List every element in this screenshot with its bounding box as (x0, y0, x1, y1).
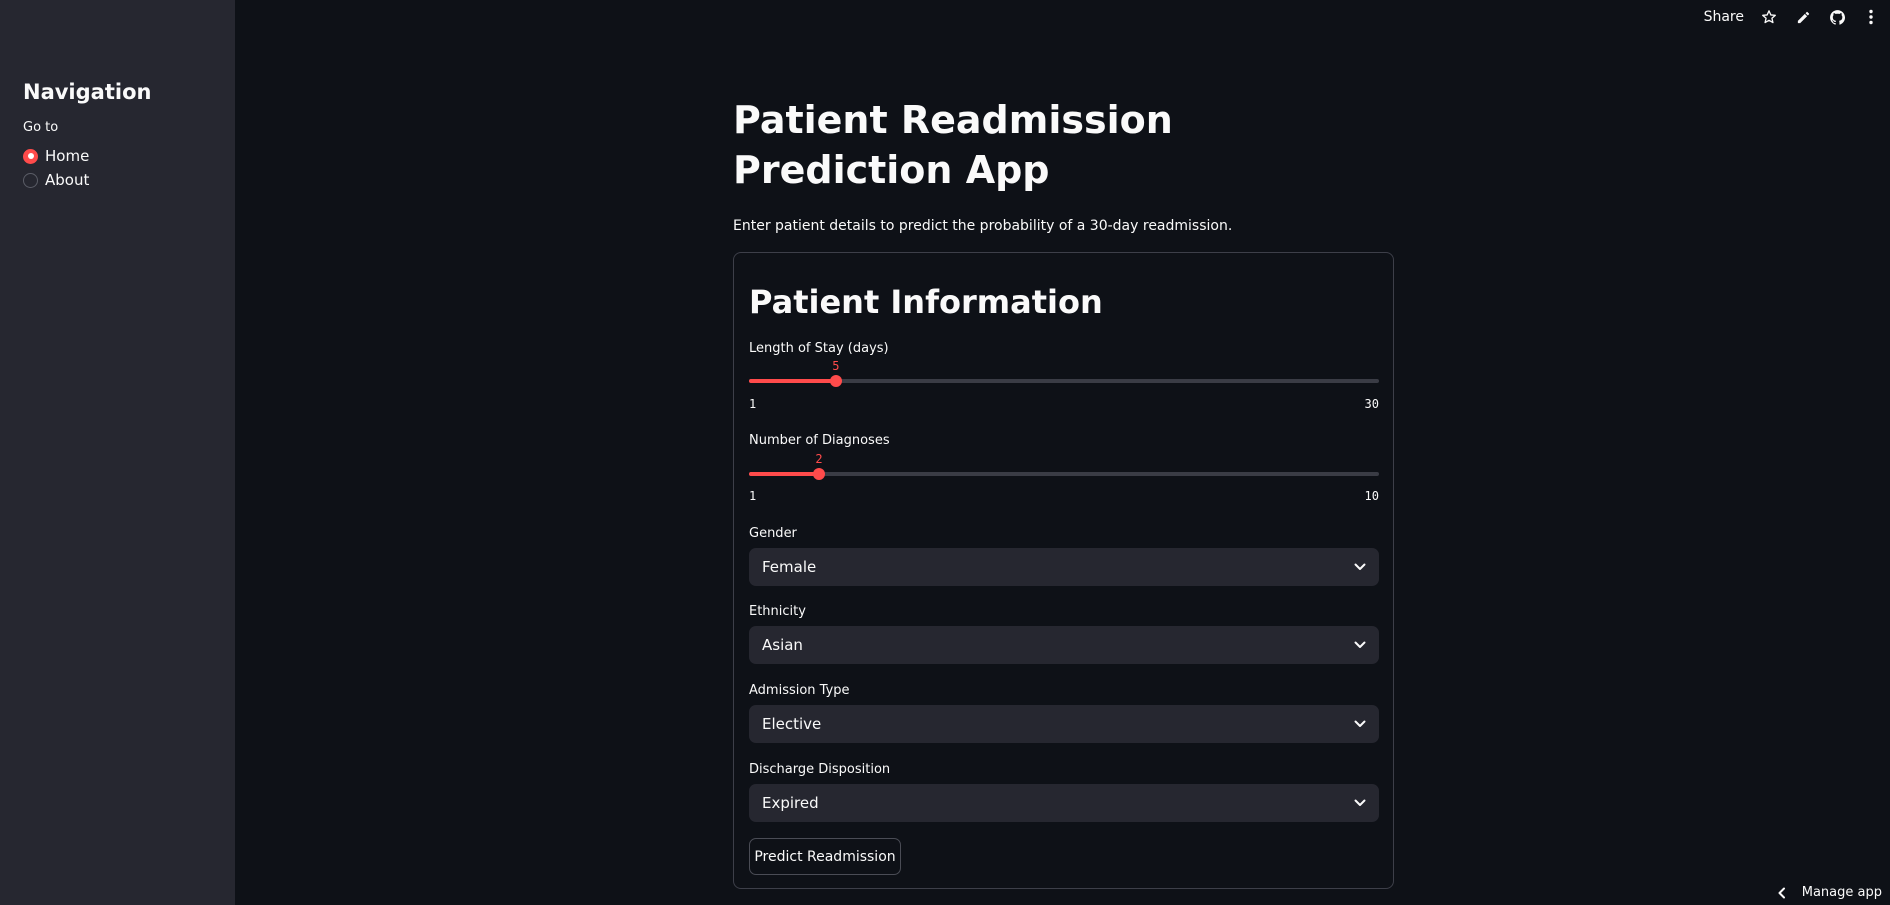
discharge-disposition-select[interactable]: Expired (749, 784, 1379, 822)
gender-select[interactable]: Female (749, 548, 1379, 586)
more-icon[interactable] (1862, 8, 1880, 26)
predict-readmission-button[interactable]: Predict Readmission (749, 838, 901, 875)
sidebar-title: Navigation (23, 80, 152, 104)
num-diagnoses-label: Number of Diagnoses (749, 433, 890, 448)
nav-option-home[interactable]: Home (23, 144, 235, 168)
chevron-down-icon (1354, 641, 1366, 648)
slider-fill (749, 472, 819, 476)
slider-max-label: 10 (1364, 489, 1379, 503)
chevron-down-icon (1354, 720, 1366, 727)
manage-app-button[interactable]: Manage app (1778, 885, 1882, 900)
edit-icon[interactable] (1794, 8, 1812, 26)
slider-value: 2 (815, 452, 823, 466)
select-value: Asian (762, 636, 803, 654)
nav-option-label: About (45, 171, 90, 189)
form-header: Patient Information (749, 283, 1103, 321)
slider-fill (749, 379, 836, 383)
manage-app-label: Manage app (1801, 885, 1882, 900)
share-button[interactable]: Share (1704, 9, 1744, 25)
ethnicity-label: Ethnicity (749, 604, 806, 619)
select-value: Female (762, 558, 817, 576)
slider-thumb[interactable] (829, 375, 842, 387)
patient-form: Patient Information Length of Stay (days… (733, 252, 1394, 889)
chevron-down-icon (1354, 799, 1366, 806)
nav-option-about[interactable]: About (23, 168, 235, 192)
slider-max-label: 30 (1364, 397, 1379, 411)
top-toolbar: Share (1704, 8, 1880, 26)
admission-type-label: Admission Type (749, 683, 850, 698)
length-of-stay-label: Length of Stay (days) (749, 341, 889, 356)
nav-option-label: Home (45, 147, 90, 165)
discharge-disposition-label: Discharge Disposition (749, 762, 891, 777)
select-value: Elective (762, 715, 822, 733)
gender-label: Gender (749, 526, 797, 541)
length-of-stay-slider[interactable]: 5 (749, 359, 1379, 399)
sidebar: Navigation Go to Home About (0, 0, 235, 905)
slider-min-label: 1 (749, 397, 757, 411)
star-icon[interactable] (1760, 8, 1778, 26)
slider-value: 5 (832, 359, 840, 373)
slider-thumb[interactable] (812, 468, 825, 480)
page-title: Patient Readmission Prediction App (733, 98, 1173, 192)
select-value: Expired (762, 794, 819, 812)
page-subtitle: Enter patient details to predict the pro… (733, 218, 1233, 234)
github-icon[interactable] (1828, 8, 1846, 26)
admission-type-select[interactable]: Elective (749, 705, 1379, 743)
chevron-down-icon (1354, 563, 1366, 570)
slider-track[interactable] (749, 379, 1379, 383)
ethnicity-select[interactable]: Asian (749, 626, 1379, 664)
main-content: Patient Readmission Prediction App Enter… (733, 95, 1394, 234)
radio-checked-icon[interactable] (23, 148, 38, 164)
chevron-left-icon (1778, 887, 1786, 899)
radio-unchecked-icon[interactable] (23, 172, 38, 188)
num-diagnoses-slider[interactable]: 2 (749, 452, 1379, 492)
slider-min-label: 1 (749, 489, 757, 503)
slider-track[interactable] (749, 472, 1379, 476)
nav-radio-label: Go to (23, 120, 59, 135)
